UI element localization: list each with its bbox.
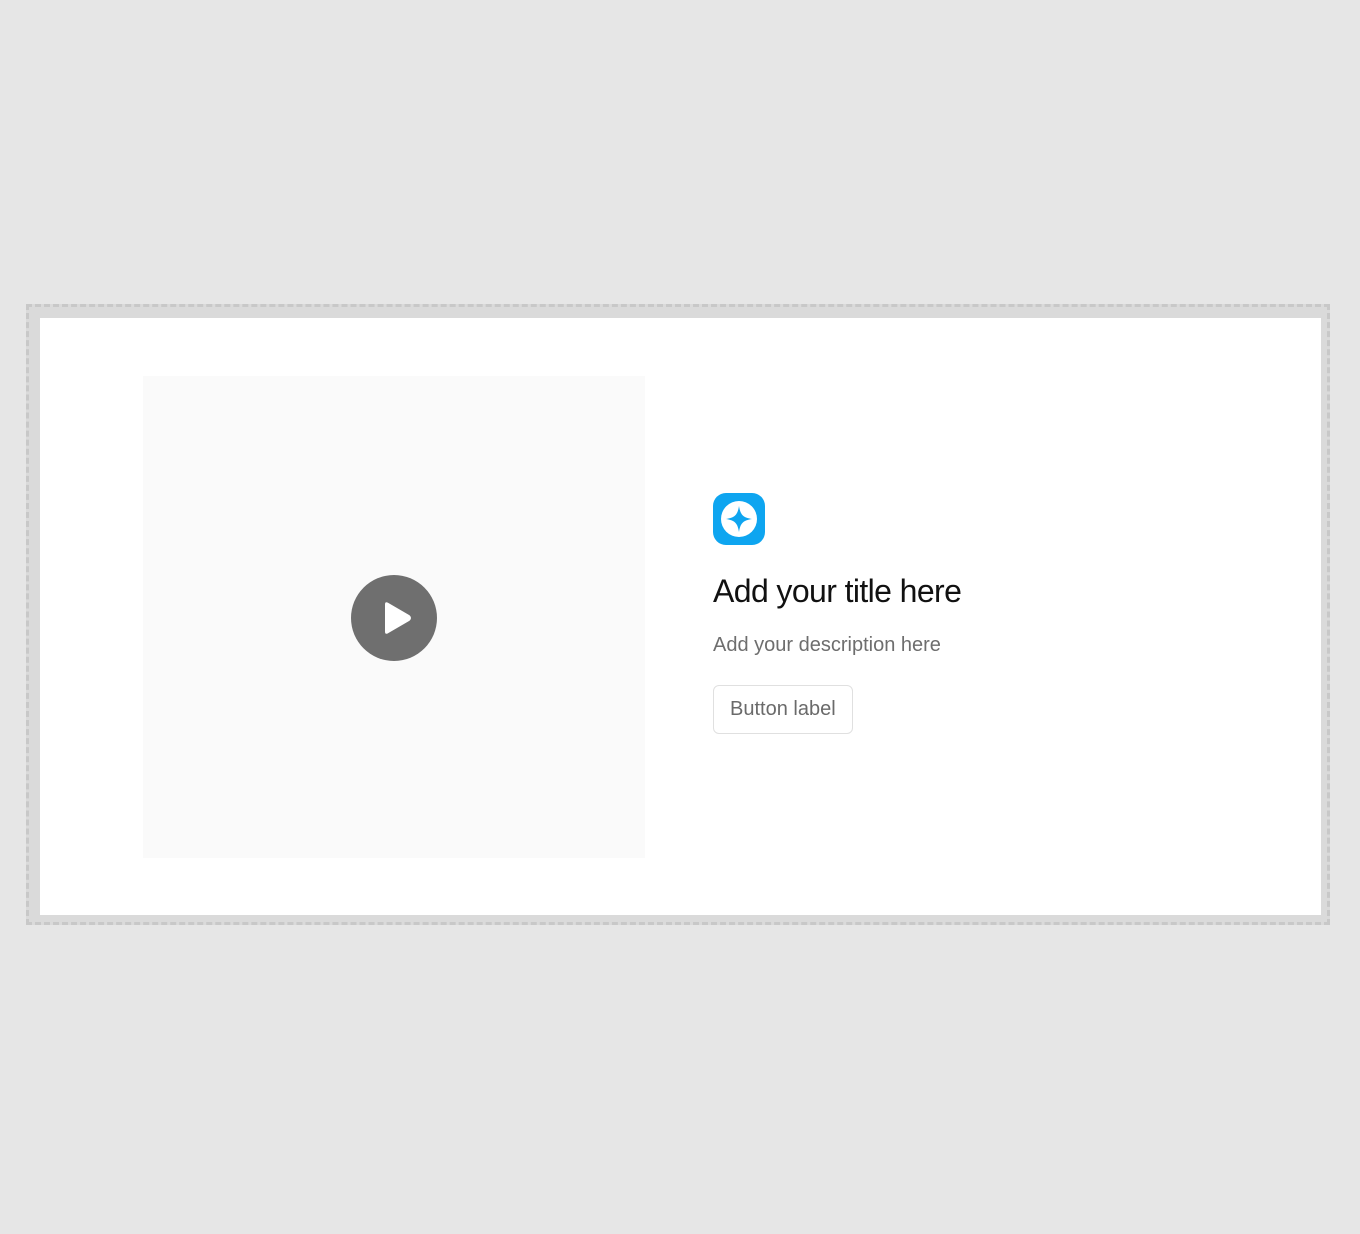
text-content: Add your title here Add your description… [713,493,1273,734]
play-circle-icon [351,575,437,661]
sparkle-icon [713,493,765,545]
video-placeholder[interactable] [143,376,645,858]
block-title: Add your title here [713,573,962,609]
action-button[interactable]: Button label [713,685,853,734]
block-description: Add your description here [713,634,941,656]
play-button[interactable] [351,575,437,661]
media-text-block: Add your title here Add your description… [40,318,1321,915]
